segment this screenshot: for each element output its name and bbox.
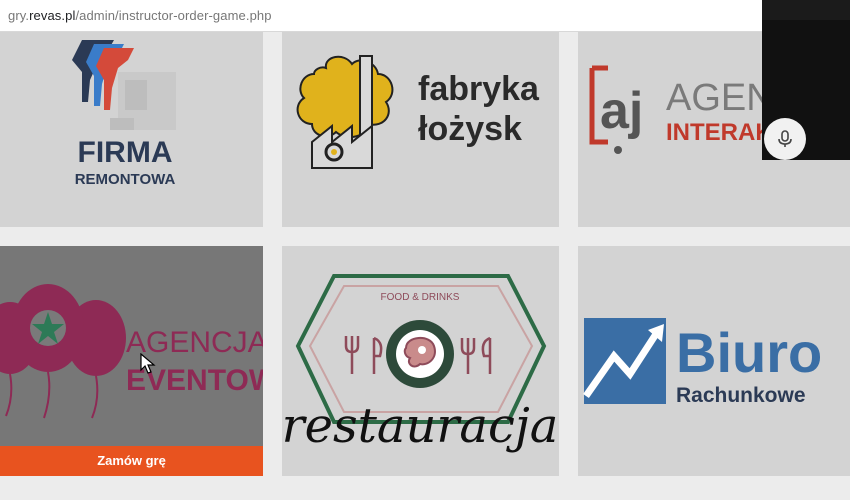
firma-line1: FIRMA	[78, 136, 173, 169]
video-call-overlay[interactable]	[762, 0, 850, 160]
fabryka-line1: fabryka	[418, 70, 540, 108]
firma-line2: REMONTOWA	[75, 171, 176, 188]
microphone-icon	[778, 130, 792, 147]
video-call-header	[762, 0, 850, 20]
fabryka-lozysk-logo: fabryka łożysk	[296, 55, 540, 169]
order-game-button[interactable]: Zamów grę	[0, 446, 263, 476]
microphone-button[interactable]	[764, 118, 806, 160]
url-text[interactable]: gry.revas.pl/admin/instructor-order-game…	[8, 8, 272, 23]
url-path: /admin/instructor-order-game.php	[75, 8, 272, 23]
url-prefix: gry.	[8, 8, 30, 23]
restauracja-logo: FOOD & DRINKS restauracja	[282, 274, 558, 454]
fabryka-line2: łożysk	[418, 110, 522, 148]
game-card-firma-remontowa[interactable]: FIRMA REMONTOWA	[0, 32, 263, 227]
address-bar[interactable]: gry.revas.pl/admin/instructor-order-game…	[0, 0, 850, 32]
game-card-biuro-rachunkowe[interactable]: Biuro Rachunkowe	[578, 246, 850, 476]
restauracja-script: restauracja	[282, 398, 558, 454]
game-grid: FIRMA REMONTOWA fabryka łożysk aj AGEN I…	[0, 32, 850, 500]
game-card-agencja-eventowa[interactable]: AGENCJA EVENTOWA Zamów grę	[0, 246, 263, 476]
biuro-line2: Rachunkowe	[676, 384, 806, 407]
game-card-restauracja[interactable]: FOOD & DRINKS restauracja	[282, 246, 559, 476]
agencja-eventowa-logo: AGENCJA EVENTOWA	[0, 284, 263, 419]
interak-line1: AGEN	[666, 77, 774, 119]
game-card-fabryka-lozysk[interactable]: fabryka łożysk	[282, 32, 559, 227]
biuro-line1: Biuro	[676, 321, 822, 384]
cursor-pointer-icon	[140, 353, 156, 374]
restauracja-tagline: FOOD & DRINKS	[381, 292, 460, 303]
firma-remontowa-logo: FIRMA REMONTOWA	[72, 40, 176, 188]
biuro-rachunkowe-logo: Biuro Rachunkowe	[583, 318, 822, 407]
interak-line2: INTERAK	[666, 119, 773, 146]
badge-text: aj	[600, 82, 643, 140]
url-host: revas.pl	[29, 8, 76, 23]
